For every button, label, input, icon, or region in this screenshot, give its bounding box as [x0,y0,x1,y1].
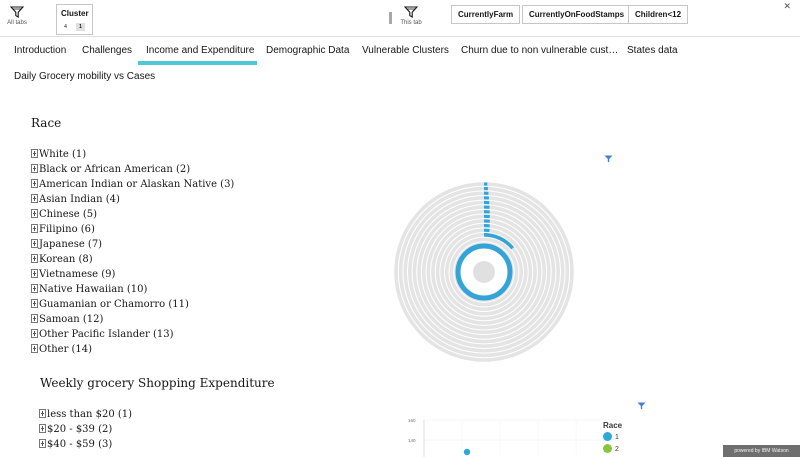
legend-label: 1 [615,434,619,441]
this-tab-label: This tab [400,20,422,26]
filter-icon[interactable] [604,155,613,163]
legend-label: Native Hawaiian (10) [39,284,148,295]
funnel-icon [404,6,418,18]
scatter-legend: Race 1 2 [603,421,622,456]
legend-swatch [603,444,612,453]
expand-icon[interactable] [31,149,38,158]
legend-label: Other Pacific Islander (13) [39,329,174,340]
legend-item[interactable]: Black or African American (2) [31,163,190,178]
legend-label: Vietnamese (9) [39,269,116,280]
cluster-filter-title: Cluster [61,9,89,18]
legend-item[interactable]: Guamanian or Chamorro (11) [31,298,189,313]
legend-item[interactable]: 2 [603,444,622,456]
legend-label: 2 [615,446,619,453]
close-icon[interactable]: ✕ [783,1,791,12]
radial-center-dot [473,261,495,283]
legend-label: Filipino (6) [39,224,95,235]
legend-label: less than $20 (1) [47,409,133,420]
filter-bar: All tabs Cluster 41 This tab CurrentlyFa… [0,0,800,37]
y-tick-label: 140 [408,438,416,443]
watson-badge: powered by IBM Watson [723,445,800,457]
expand-icon[interactable] [31,284,38,293]
expand-icon[interactable] [31,314,38,323]
legend-item[interactable]: Korean (8) [31,253,93,268]
tab-grocery-mobility[interactable]: Daily Grocery mobility vs Cases [14,71,155,83]
expand-icon[interactable] [39,424,46,433]
legend-label: Samoan (12) [39,314,104,325]
expenditure-title: Weekly grocery Shopping Expenditure [40,376,275,390]
legend-label: $20 - $39 (2) [47,424,113,435]
filter-chip-currently-farm[interactable]: CurrentlyFarm [451,5,521,24]
legend-label: Asian Indian (4) [39,194,120,205]
all-tabs-filter[interactable]: All tabs [0,6,34,26]
tab-states-data[interactable]: States data [627,45,678,57]
active-tab-indicator [138,61,257,65]
tab-income-expenditure[interactable]: Income and Expenditure [146,45,254,57]
expand-icon[interactable] [31,344,38,353]
tab-churn[interactable]: Churn due to non vulnerable cust… [461,45,618,57]
legend-item[interactable]: $20 - $39 (2) [39,423,112,438]
legend-item[interactable]: 1 [603,432,622,444]
expand-icon[interactable] [31,164,38,173]
legend-label: Other (14) [39,344,93,355]
expand-icon[interactable] [39,409,46,418]
expand-icon[interactable] [31,209,38,218]
legend-item[interactable]: Vietnamese (9) [31,268,115,283]
expand-icon[interactable] [31,224,38,233]
legend-item[interactable]: Other (14) [31,343,92,358]
legend-label: Guamanian or Chamorro (11) [39,299,189,310]
legend-item[interactable]: Asian Indian (4) [31,193,120,208]
legend-title: Race [603,421,623,430]
legend-label: Japanese (7) [39,239,103,250]
expand-icon[interactable] [31,269,38,278]
legend-label: American Indian or Alaskan Native (3) [39,179,235,190]
legend-label: $40 - $59 (3) [47,439,113,450]
legend-label: Black or African American (2) [39,164,191,175]
legend-item[interactable]: Native Hawaiian (10) [31,283,147,298]
filter-chip-food-stamps[interactable]: CurrentlyOnFoodStamps [522,5,632,24]
legend-item[interactable]: Other Pacific Islander (13) [31,328,174,343]
tab-demographic-data[interactable]: Demographic Data [266,45,349,57]
legend-item[interactable]: less than $20 (1) [39,408,132,423]
y-tick-label: 160 [408,418,416,423]
expand-icon[interactable] [31,194,38,203]
legend-item[interactable]: White (1) [31,148,86,163]
legend-item[interactable]: Chinese (5) [31,208,97,223]
legend-label: Korean (8) [39,254,93,265]
expand-icon[interactable] [31,254,38,263]
expand-icon[interactable] [31,179,38,188]
cluster-value-4[interactable]: 4 [61,23,70,31]
legend-swatch [603,432,612,441]
funnel-icon [10,6,24,18]
legend-item[interactable]: $40 - $59 (3) [39,438,112,453]
expand-icon[interactable] [31,299,38,308]
legend-item[interactable]: Samoan (12) [31,313,103,328]
tab-vulnerable-clusters[interactable]: Vulnerable Clusters [362,45,449,57]
all-tabs-label: All tabs [7,20,27,26]
legend-label: Chinese (5) [39,209,98,220]
scatter-point[interactable] [463,448,471,456]
radial-bar-chart[interactable] [392,180,576,364]
filter-chip-children[interactable]: Children<12 [628,5,689,24]
legend-item[interactable]: Filipino (6) [31,223,95,238]
expand-icon[interactable] [31,329,38,338]
race-title: Race [31,116,62,130]
this-tab-filter[interactable]: This tab [394,6,428,26]
tab-introduction[interactable]: Introduction [14,45,66,57]
cluster-value-1[interactable]: 1 [76,23,85,31]
cluster-filter-chip[interactable]: Cluster 41 [56,4,93,35]
legend-item[interactable]: Japanese (7) [31,238,102,253]
expand-icon[interactable] [39,439,46,448]
filter-divider[interactable] [389,12,392,24]
expand-icon[interactable] [31,239,38,248]
tab-challenges[interactable]: Challenges [82,45,132,57]
legend-label: White (1) [39,149,87,160]
legend-item[interactable]: American Indian or Alaskan Native (3) [31,178,234,193]
